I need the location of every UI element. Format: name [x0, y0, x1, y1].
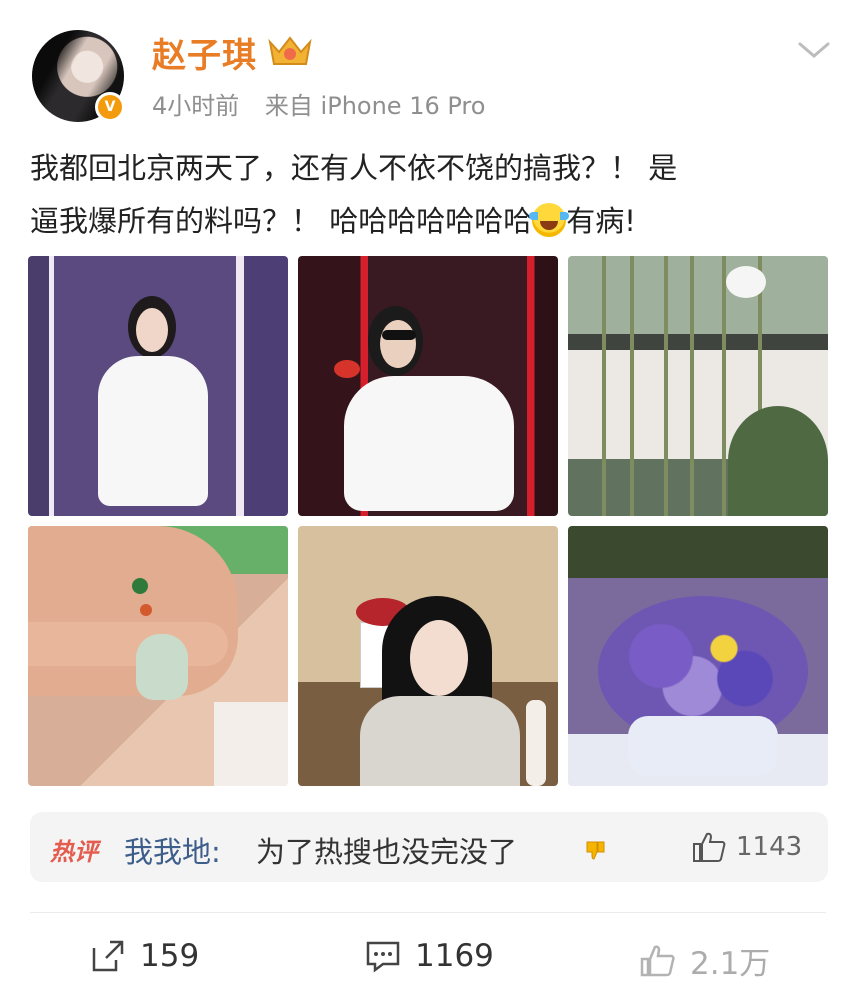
share-button[interactable]: 159: [90, 938, 199, 974]
hot-comment[interactable]: 热评 我我地: 为了热搜也没完没了 1143: [30, 812, 828, 882]
post-meta: 4小时前 来自 iPhone 16 Pro: [152, 86, 503, 121]
comment-count: 1169: [415, 938, 494, 974]
comment-user[interactable]: 我我地:: [124, 829, 221, 871]
image-grid: [28, 256, 828, 788]
post-text-line: 我都回北京两天了，还有人不依不饶的搞我？！ 是: [30, 151, 678, 185]
photo-flower-bouquet[interactable]: [568, 526, 828, 786]
like-button[interactable]: 2.1万: [640, 938, 770, 983]
photo-portrait[interactable]: [298, 526, 558, 786]
share-count: 159: [140, 938, 200, 974]
hot-comment-label: 热评: [50, 838, 98, 866]
like-count: 2.1万: [690, 946, 771, 982]
post-text-part: 逼我爆所有的料吗？！ 哈哈哈哈哈哈哈: [30, 204, 533, 238]
comment-icon: [366, 941, 400, 973]
chevron-down-icon[interactable]: [796, 38, 832, 62]
post-text: 我都回北京两天了，还有人不依不饶的搞我？！ 是 逼我爆所有的料吗？！ 哈哈哈哈哈…: [30, 142, 830, 248]
thumbs-down-icon: [586, 841, 605, 860]
action-bar: 159 1169 2.1万: [0, 920, 856, 1000]
post-time: 4小时前: [152, 92, 240, 120]
photo-bamboo-courtyard[interactable]: [568, 256, 828, 516]
post-header: V 赵子琪 4小时前 来自 iPhone 16 Pro: [0, 0, 856, 130]
divider: [30, 912, 826, 913]
laughing-emoji-icon: [529, 203, 570, 237]
comment-text: 为了热搜也没完没了: [256, 835, 518, 869]
author-name[interactable]: 赵子琪: [152, 28, 257, 77]
photo-stage-performance[interactable]: [28, 256, 288, 516]
share-icon: [92, 940, 124, 972]
verified-badge-icon: V: [95, 92, 125, 122]
photo-stage-sunglasses[interactable]: [298, 256, 558, 516]
post-text-part: 有病!: [566, 204, 636, 238]
photo-jade-pendant[interactable]: [28, 526, 288, 786]
like-icon[interactable]: [692, 830, 726, 864]
comment-like-count: 1143: [736, 832, 803, 862]
post-text-line: 逼我爆所有的料吗？！ 哈哈哈哈哈哈哈 有病!: [30, 195, 830, 248]
like-icon: [640, 945, 675, 976]
crown-icon: [268, 36, 312, 65]
post-source: 来自 iPhone 16 Pro: [264, 92, 486, 120]
comment-button[interactable]: 1169: [365, 938, 494, 974]
